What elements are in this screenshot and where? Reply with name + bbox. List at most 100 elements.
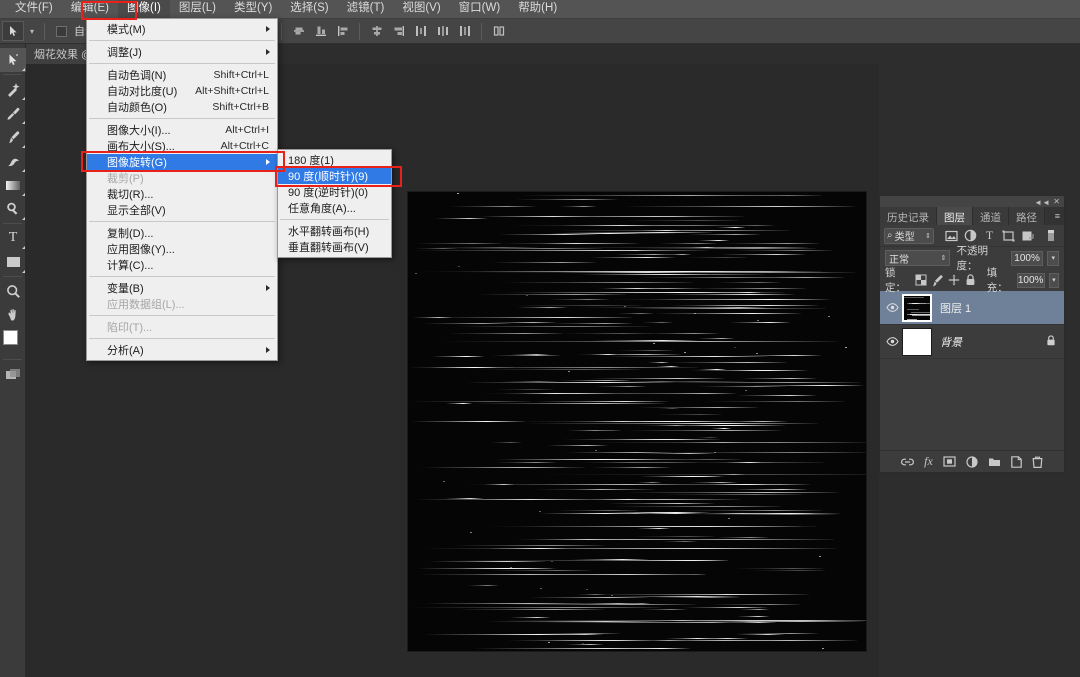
menu-item-1[interactable]: 编辑(E) xyxy=(62,0,118,18)
menu-option-17[interactable]: 计算(C)... xyxy=(87,257,277,273)
type-tool[interactable]: T xyxy=(0,226,26,250)
panel-tab-3[interactable]: 路径 xyxy=(1009,207,1045,225)
color-swatches[interactable] xyxy=(0,327,26,357)
lock-all-icon[interactable] xyxy=(964,272,976,288)
gradient-tool[interactable] xyxy=(0,173,26,197)
auto-select-checkbox[interactable] xyxy=(56,26,67,37)
chevron-down-icon[interactable]: ⇕ xyxy=(925,232,931,240)
eyedropper-tool[interactable] xyxy=(0,101,26,125)
filter-kind-select[interactable]: ⌕ 类型 ⇕ xyxy=(884,228,934,244)
document-canvas[interactable] xyxy=(408,192,866,651)
layer-thumbnail[interactable] xyxy=(902,328,932,356)
magic-wand-tool[interactable] xyxy=(0,77,26,101)
menu-item-5[interactable]: 选择(S) xyxy=(281,0,337,18)
panel-tab-0[interactable]: 历史记录 xyxy=(880,207,937,225)
panel-close-icon[interactable]: ✕ xyxy=(1053,197,1060,206)
align-bottom-edges-icon[interactable] xyxy=(311,22,330,40)
link-layers-icon[interactable] xyxy=(901,457,914,467)
adjustment-layer-icon[interactable] xyxy=(966,456,978,468)
rotate-option-2[interactable]: 90 度(逆时针)(0) xyxy=(278,184,391,200)
menu-item-8[interactable]: 窗口(W) xyxy=(450,0,510,18)
menu-option-8[interactable]: 图像大小(I)... Alt+Ctrl+I xyxy=(87,122,277,138)
auto-align-layers-icon[interactable] xyxy=(489,22,508,40)
layer-row[interactable]: 背景 xyxy=(880,325,1064,359)
distribute-bottom-edges-icon[interactable] xyxy=(455,22,474,40)
fill-stepper-icon[interactable]: ▾ xyxy=(1049,273,1059,288)
new-layer-icon[interactable] xyxy=(1011,456,1022,468)
panel-menu-icon[interactable]: ≡ xyxy=(1055,211,1060,221)
menu-option-4[interactable]: 自动色调(N) Shift+Ctrl+L xyxy=(87,67,277,83)
lock-position-icon[interactable] xyxy=(948,272,960,288)
adjustment-filter-icon[interactable] xyxy=(961,227,980,245)
menu-option-24[interactable]: 分析(A) xyxy=(87,342,277,358)
fill-value[interactable]: 100% xyxy=(1017,273,1045,288)
filter-toggle-icon[interactable] xyxy=(1041,227,1060,245)
menu-item-0[interactable]: 文件(F) xyxy=(6,0,62,18)
chevron-down-icon[interactable]: ⇕ xyxy=(941,254,947,262)
menu-option-9[interactable]: 画布大小(S)... Alt+Ctrl+C xyxy=(87,138,277,154)
align-vertical-centers-icon[interactable] xyxy=(289,22,308,40)
menu-option-15[interactable]: 复制(D)... xyxy=(87,225,277,241)
opacity-value[interactable]: 100% xyxy=(1011,251,1044,266)
rotate-option-3[interactable]: 任意角度(A)... xyxy=(278,200,391,216)
history-brush-tool[interactable] xyxy=(0,149,26,173)
align-left-edges-icon[interactable] xyxy=(333,22,352,40)
menu-option-12[interactable]: 裁切(R)... xyxy=(87,186,277,202)
smart-object-filter-icon[interactable] xyxy=(1018,227,1037,245)
rotate-option-5[interactable]: 水平翻转画布(H) xyxy=(278,223,391,239)
menu-item-9[interactable]: 帮助(H) xyxy=(509,0,566,18)
rotate-option-6[interactable]: 垂直翻转画布(V) xyxy=(278,239,391,255)
rotate-option-0[interactable]: 180 度(1) xyxy=(278,152,391,168)
layer-row[interactable]: 图层 1 xyxy=(880,291,1064,325)
menu-option-5[interactable]: 自动对比度(U) Alt+Shift+Ctrl+L xyxy=(87,83,277,99)
new-group-icon[interactable] xyxy=(988,456,1001,467)
rectangle-tool[interactable] xyxy=(0,250,26,274)
hand-tool[interactable] xyxy=(0,303,26,327)
streak xyxy=(445,498,483,499)
foreground-color-swatch[interactable] xyxy=(3,330,18,345)
menu-item-6[interactable]: 滤镜(T) xyxy=(338,0,394,18)
menu-option-0[interactable]: 模式(M) xyxy=(87,21,277,37)
layer-thumbnail[interactable] xyxy=(902,294,932,322)
distribute-vertical-centers-icon[interactable] xyxy=(433,22,452,40)
menu-option-10[interactable]: 图像旋转(G) xyxy=(87,154,277,170)
lock-image-icon[interactable] xyxy=(931,272,944,288)
menu-option-16[interactable]: 应用图像(Y)... xyxy=(87,241,277,257)
rotate-option-1[interactable]: 90 度(顺时针)(9) xyxy=(278,168,391,184)
type-filter-icon[interactable]: T xyxy=(980,227,999,245)
menu-item-3[interactable]: 图层(L) xyxy=(170,0,225,18)
menu-item-7[interactable]: 视图(V) xyxy=(393,0,449,18)
streak xyxy=(717,227,745,228)
menu-option-6[interactable]: 自动颜色(O) Shift+Ctrl+B xyxy=(87,99,277,115)
move-tool[interactable] xyxy=(0,48,26,72)
layer-style-fx-icon[interactable]: fx xyxy=(924,454,933,469)
layer-mask-icon[interactable] xyxy=(943,456,956,467)
delete-layer-icon[interactable] xyxy=(1032,456,1043,468)
menu-item-2[interactable]: 图像(I) xyxy=(118,0,170,18)
panel-tab-1[interactable]: 图层 xyxy=(937,207,973,225)
image-menu-dropdown[interactable]: 模式(M) 调整(J) 自动色调(N) Shift+Ctrl+L 自动对比度(U) Alt… xyxy=(86,18,278,361)
align-right-edges-icon[interactable] xyxy=(389,22,408,40)
menu-option-13[interactable]: 显示全部(V) xyxy=(87,202,277,218)
shape-filter-icon[interactable] xyxy=(999,227,1018,245)
lock-transparent-icon[interactable] xyxy=(915,272,927,288)
menu-item-4[interactable]: 类型(Y) xyxy=(225,0,281,18)
collapse-panel-icon[interactable]: ◄◄ xyxy=(1034,198,1050,207)
opacity-stepper-icon[interactable]: ▾ xyxy=(1047,251,1059,266)
brush-tool[interactable] xyxy=(0,125,26,149)
distribute-top-edges-icon[interactable] xyxy=(411,22,430,40)
layer-visibility-eye-icon[interactable] xyxy=(882,303,902,312)
layer-visibility-eye-icon[interactable] xyxy=(882,337,902,346)
tool-preset-caret-icon[interactable]: ▾ xyxy=(27,27,37,36)
image-rotation-submenu[interactable]: 180 度(1) 90 度(顺时针)(9) 90 度(逆时针)(0) 任意角度(A).… xyxy=(277,149,392,258)
blend-mode-select[interactable]: 正常 ⇕ xyxy=(885,250,950,266)
zoom-tool[interactable] xyxy=(0,279,26,303)
screen-mode-toggle[interactable] xyxy=(0,362,26,386)
menu-option-19[interactable]: 变量(B) xyxy=(87,280,277,296)
dodge-tool[interactable] xyxy=(0,197,26,221)
align-horizontal-centers-icon[interactable] xyxy=(367,22,386,40)
panel-tab-2[interactable]: 通道 xyxy=(973,207,1009,225)
menu-option-2[interactable]: 调整(J) xyxy=(87,44,277,60)
pixel-filter-icon[interactable] xyxy=(942,227,961,245)
current-tool-icon[interactable] xyxy=(2,21,24,41)
